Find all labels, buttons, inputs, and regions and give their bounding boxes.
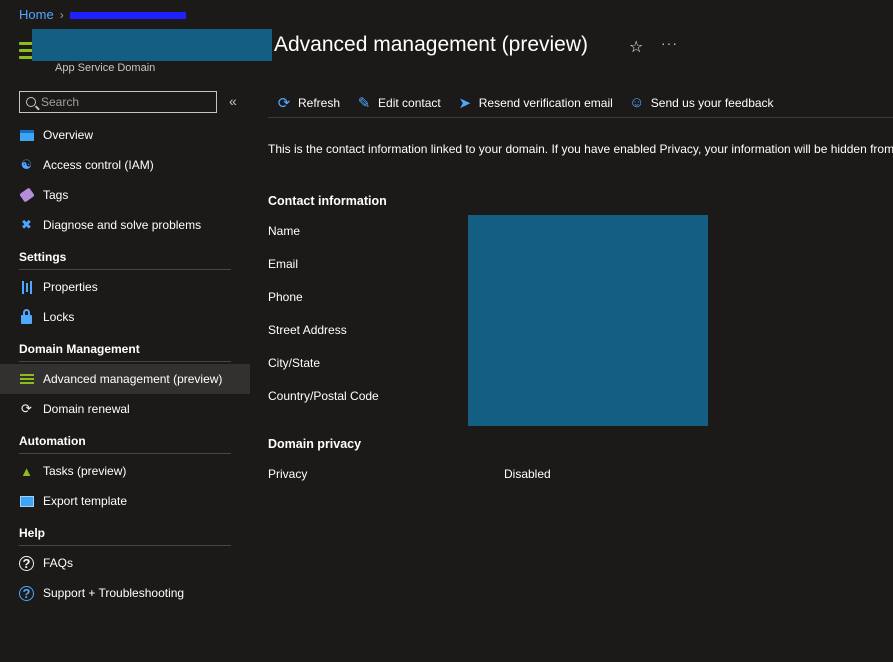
sidebar-item-domain-renewal[interactable]: ⟳ Domain renewal [0, 394, 250, 424]
page-title: Advanced management (preview) [274, 33, 588, 56]
resend-label: Resend verification email [478, 95, 613, 110]
sidebar-item-label: Tags [43, 188, 69, 202]
contact-information-heading: Contact information [268, 194, 387, 208]
privacy-value: Disabled [504, 467, 551, 481]
sidebar-item-access-control[interactable]: ☯ Access control (IAM) [0, 150, 250, 180]
pencil-icon: ✎ [357, 94, 371, 112]
lock-icon [21, 308, 32, 324]
sidebar-item-label: Overview [43, 128, 94, 142]
feedback-label: Send us your feedback [650, 95, 774, 110]
search-icon [26, 97, 36, 107]
sidebar-item-label: Domain renewal [43, 402, 130, 416]
sidebar-item-overview[interactable]: Overview [0, 120, 250, 150]
sidebar-item-label: Locks [43, 310, 75, 324]
favorite-star-icon[interactable]: ☆ [629, 37, 643, 57]
edit-contact-label: Edit contact [378, 95, 441, 110]
field-label-street-address: Street Address [268, 323, 347, 337]
export-template-icon [19, 495, 34, 507]
field-label-country-postal: Country/Postal Code [268, 389, 379, 403]
sidebar-item-properties[interactable]: Properties [0, 272, 250, 302]
search-input[interactable] [41, 95, 201, 109]
sidebar-item-label: Support + Troubleshooting [43, 586, 185, 600]
field-label-name: Name [268, 224, 301, 238]
sidebar-item-diagnose[interactable]: ✖ Diagnose and solve problems [0, 210, 250, 240]
breadcrumb-home-link[interactable]: Home [19, 7, 54, 22]
tag-icon [18, 187, 35, 203]
intro-text: This is the contact information linked t… [268, 142, 893, 156]
command-bar: ⟳ Refresh ✎ Edit contact ➤ Resend verifi… [268, 88, 893, 118]
chevron-right-icon: › [59, 7, 64, 22]
section-automation: Automation [0, 424, 250, 454]
sidebar-nav: Overview ☯ Access control (IAM) Tags ✖ D… [0, 120, 250, 608]
refresh-button[interactable]: ⟳ Refresh [276, 90, 340, 116]
sidebar-item-label: FAQs [43, 556, 74, 570]
domain-privacy-heading: Domain privacy [268, 437, 362, 451]
collapse-sidebar-icon[interactable]: « [229, 93, 237, 109]
field-label-privacy: Privacy [268, 467, 308, 481]
sidebar-item-label: Properties [43, 280, 98, 294]
sidebar-item-faqs[interactable]: ? FAQs [0, 548, 250, 578]
question-icon: ? [19, 555, 34, 571]
properties-icon [19, 280, 34, 295]
redacted-contact-values [468, 215, 708, 426]
sidebar-search[interactable] [19, 91, 217, 113]
sidebar-item-label: Advanced management (preview) [43, 372, 223, 386]
tasks-icon: ▲ [20, 463, 33, 479]
breadcrumb-redacted-resource[interactable] [69, 12, 186, 19]
sidebar-item-label: Diagnose and solve problems [43, 218, 202, 232]
sidebar-item-label: Access control (IAM) [43, 158, 154, 172]
sidebar-item-label: Export template [43, 494, 128, 508]
more-options-icon[interactable]: ··· [661, 35, 678, 51]
section-domain-management: Domain Management [0, 332, 250, 362]
resend-verification-button[interactable]: ➤ Resend verification email [457, 90, 613, 116]
sidebar-item-tags[interactable]: Tags [0, 180, 250, 210]
feedback-button[interactable]: ☺ Send us your feedback [629, 90, 774, 116]
support-icon: ? [19, 585, 34, 601]
section-help: Help [0, 516, 250, 546]
redacted-resource-name [32, 29, 272, 61]
renew-icon: ⟳ [21, 401, 32, 416]
overview-icon [19, 129, 34, 141]
field-label-city-state: City/State [268, 356, 321, 370]
edit-contact-button[interactable]: ✎ Edit contact [356, 90, 441, 116]
sidebar-item-advanced-management[interactable]: Advanced management (preview) [0, 364, 250, 394]
breadcrumb: Home › [19, 7, 186, 22]
sidebar-item-export-template[interactable]: Export template [0, 486, 250, 516]
sidebar-item-support[interactable]: ? Support + Troubleshooting [0, 578, 250, 608]
feedback-icon: ☺ [629, 94, 645, 111]
field-label-email: Email [268, 257, 299, 271]
refresh-label: Refresh [298, 95, 341, 110]
refresh-icon: ⟳ [277, 94, 291, 112]
advanced-management-icon [19, 372, 34, 387]
resource-type-subtitle: App Service Domain [55, 62, 156, 74]
send-icon: ➤ [458, 94, 472, 112]
people-icon: ☯ [20, 157, 33, 172]
wrench-icon: ✖ [21, 217, 32, 232]
sidebar-item-locks[interactable]: Locks [0, 302, 250, 332]
section-settings: Settings [0, 240, 250, 270]
sidebar-item-tasks[interactable]: ▲ Tasks (preview) [0, 456, 250, 486]
field-label-phone: Phone [268, 290, 303, 304]
sidebar-item-label: Tasks (preview) [43, 464, 127, 478]
